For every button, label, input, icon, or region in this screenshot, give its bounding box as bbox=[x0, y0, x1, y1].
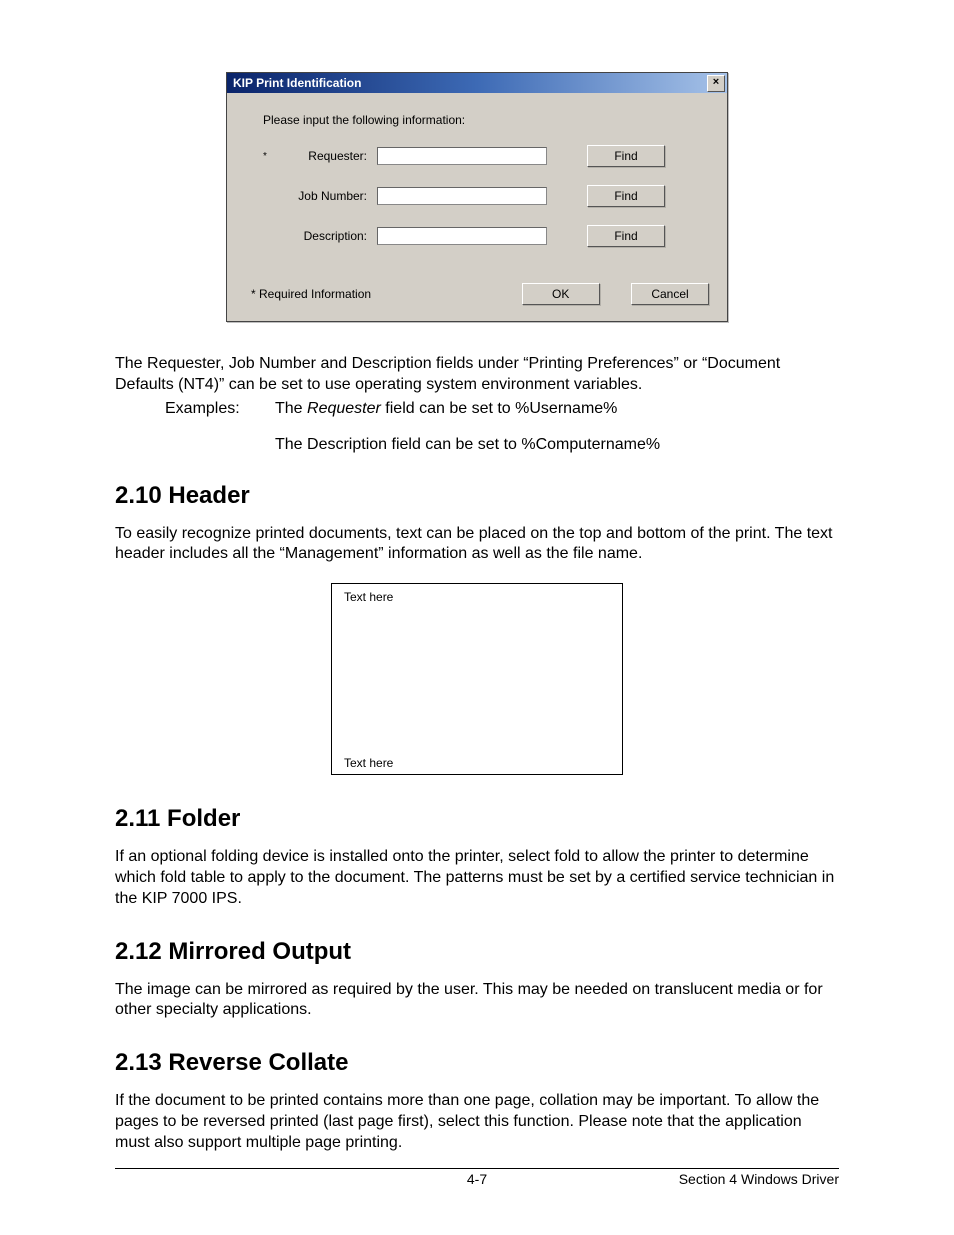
dialog-title: KIP Print Identification bbox=[233, 76, 361, 90]
form-row-jobnumber: Job Number: Find bbox=[277, 185, 709, 207]
dialog-instruction: Please input the following information: bbox=[263, 113, 709, 127]
jobnumber-input[interactable] bbox=[377, 187, 547, 205]
heading-2-12: 2.12 Mirrored Output bbox=[115, 938, 839, 966]
ok-button[interactable]: OK bbox=[522, 283, 600, 305]
diagram-top-text: Text here bbox=[344, 590, 393, 604]
required-star: * bbox=[263, 151, 273, 162]
section-label: Section 4 Windows Driver bbox=[679, 1171, 839, 1187]
paragraph-2-10: To easily recognize printed documents, t… bbox=[115, 524, 839, 566]
dialog-body: Please input the following information: … bbox=[227, 93, 727, 279]
kip-print-identification-dialog: KIP Print Identification × Please input … bbox=[226, 72, 728, 322]
paragraph-env-vars: The Requester, Job Number and Descriptio… bbox=[115, 354, 839, 396]
description-input[interactable] bbox=[377, 227, 547, 245]
description-label: Description: bbox=[277, 229, 377, 243]
document-page: KIP Print Identification × Please input … bbox=[0, 0, 954, 1231]
diagram-bottom-text: Text here bbox=[344, 756, 393, 770]
heading-2-11: 2.11 Folder bbox=[115, 805, 839, 833]
examples-label: Examples: bbox=[165, 400, 275, 418]
dialog-titlebar[interactable]: KIP Print Identification × bbox=[227, 73, 727, 93]
page-number: 4-7 bbox=[467, 1171, 487, 1187]
find-button-jobnumber[interactable]: Find bbox=[587, 185, 665, 207]
jobnumber-label: Job Number: bbox=[277, 189, 377, 203]
ex1-italic: Requester bbox=[307, 400, 381, 417]
ex1-suffix: field can be set to %Username% bbox=[381, 400, 618, 417]
find-button-description[interactable]: Find bbox=[587, 225, 665, 247]
paragraph-2-11: If an optional folding device is install… bbox=[115, 847, 839, 909]
dialog-footer: * Required Information OK Cancel bbox=[227, 279, 727, 321]
requester-label: Requester: bbox=[277, 149, 377, 163]
paragraph-2-12: The image can be mirrored as required by… bbox=[115, 980, 839, 1022]
heading-2-13: 2.13 Reverse Collate bbox=[115, 1049, 839, 1077]
required-note: * Required Information bbox=[251, 287, 371, 301]
find-button-requester[interactable]: Find bbox=[587, 145, 665, 167]
examples-row: Examples: The Requester field can be set… bbox=[165, 400, 839, 418]
example-1: The Requester field can be set to %Usern… bbox=[275, 400, 839, 418]
close-icon[interactable]: × bbox=[707, 75, 725, 92]
paragraph-2-13: If the document to be printed contains m… bbox=[115, 1091, 839, 1153]
header-diagram: Text here Text here bbox=[331, 583, 623, 775]
example-2: The Description field can be set to %Com… bbox=[275, 436, 839, 454]
form-row-requester: * Requester: Find bbox=[277, 145, 709, 167]
form-row-description: Description: Find bbox=[277, 225, 709, 247]
ex1-prefix: The bbox=[275, 400, 307, 417]
page-footer: 4-7 Section 4 Windows Driver bbox=[115, 1168, 839, 1191]
requester-input[interactable] bbox=[377, 147, 547, 165]
cancel-button[interactable]: Cancel bbox=[631, 283, 709, 305]
heading-2-10: 2.10 Header bbox=[115, 482, 839, 510]
